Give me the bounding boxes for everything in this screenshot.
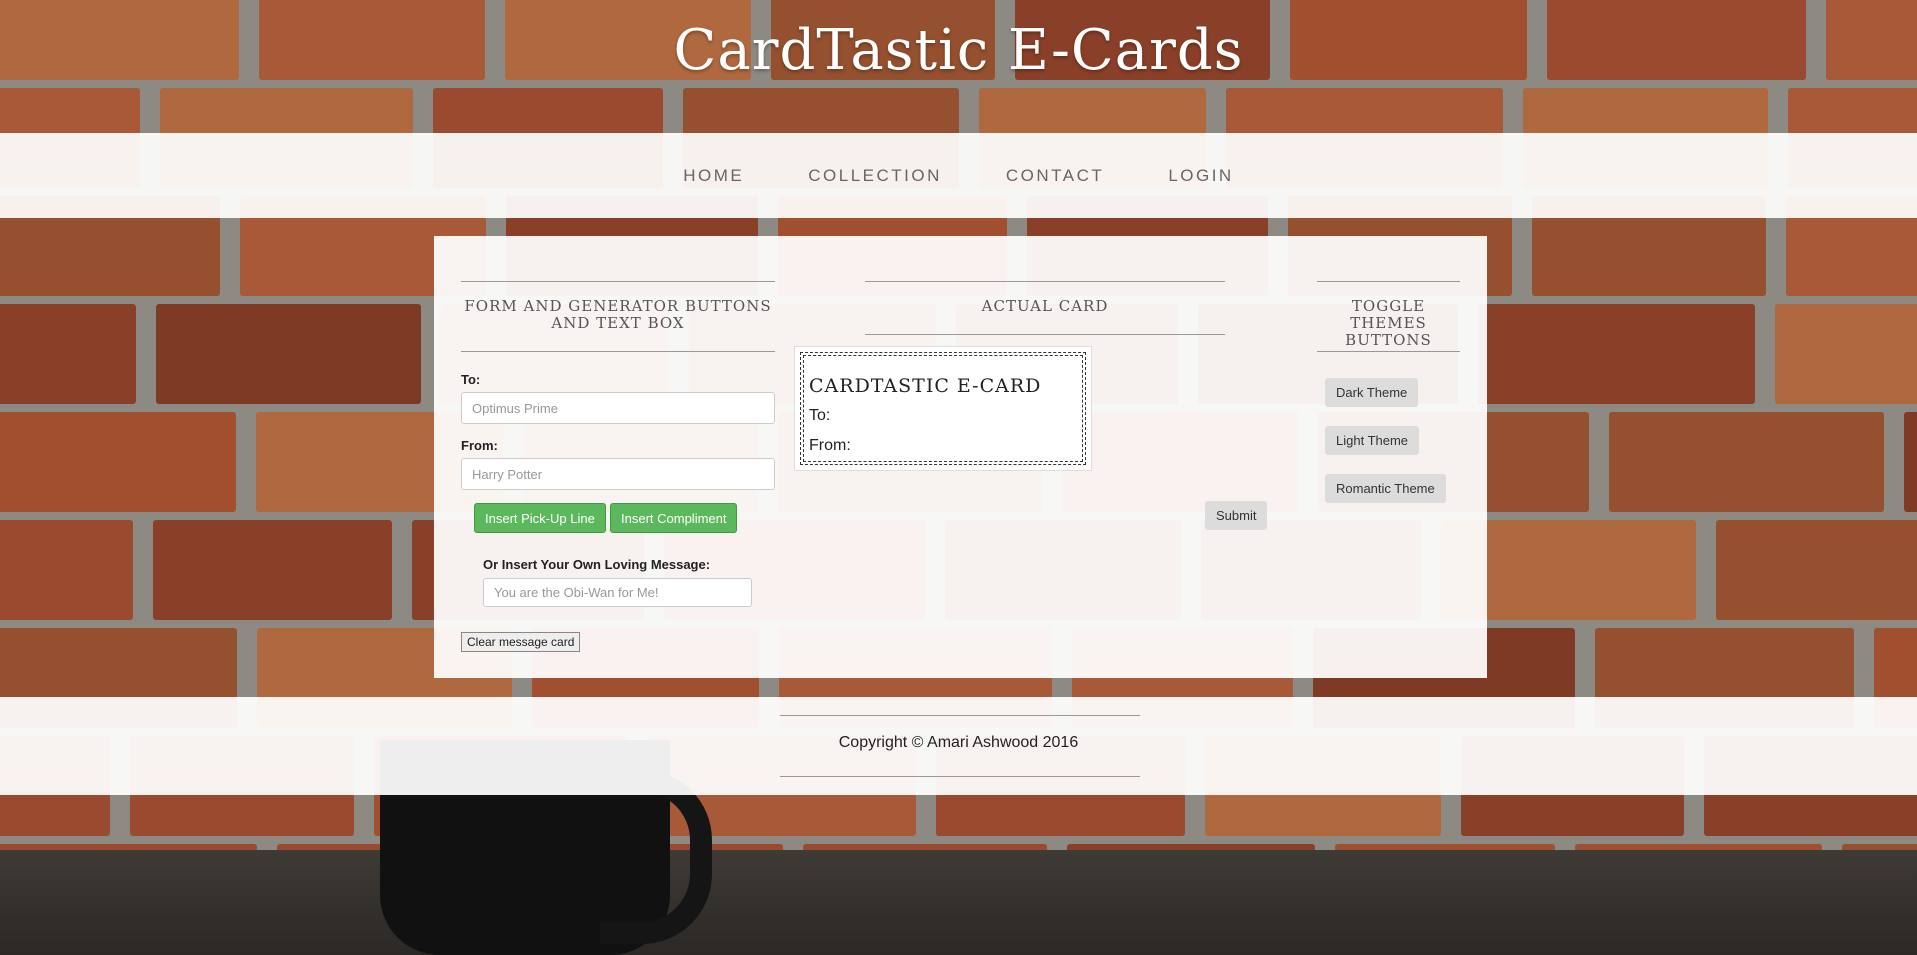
submit-button[interactable]: Submit xyxy=(1205,501,1268,530)
nav-collection[interactable]: COLLECTION xyxy=(776,166,974,186)
ecard-border: CARDTASTIC E-CARD To: From: xyxy=(800,352,1086,465)
brick xyxy=(1904,412,1917,512)
brick xyxy=(0,304,136,404)
from-label: From: xyxy=(461,438,498,453)
footer: Copyright © Amari Ashwood 2016 xyxy=(0,697,1917,795)
message-input[interactable] xyxy=(483,578,752,607)
brick xyxy=(1716,520,1917,620)
card-column-heading: ACTUAL CARD xyxy=(981,297,1109,315)
from-input[interactable] xyxy=(461,458,775,490)
form-column-heading: FORM AND GENERATOR BUTTONS AND TEXT BOX xyxy=(464,297,772,332)
dark-theme-button[interactable]: Dark Theme xyxy=(1325,378,1419,407)
divider xyxy=(1317,281,1460,282)
to-input[interactable] xyxy=(461,392,775,424)
romantic-theme-button[interactable]: Romantic Theme xyxy=(1325,474,1446,503)
tabletop xyxy=(0,850,1917,955)
copyright-text: Copyright © Amari Ashwood 2016 xyxy=(838,734,1079,751)
divider xyxy=(865,334,1225,335)
brick xyxy=(1478,304,1755,404)
brick xyxy=(153,520,392,620)
nav-contact[interactable]: CONTACT xyxy=(974,166,1136,186)
ecard-title: CARDTASTIC E-CARD xyxy=(809,375,1042,397)
navbar: HOME COLLECTION CONTACT LOGIN xyxy=(0,133,1917,218)
nav-home[interactable]: HOME xyxy=(651,166,776,186)
themes-column-heading: TOGGLE THEMES BUTTONS xyxy=(1345,297,1432,349)
nav-list: HOME COLLECTION CONTACT LOGIN xyxy=(0,133,1917,218)
message-label: Or Insert Your Own Loving Message: xyxy=(483,557,711,572)
brick xyxy=(0,412,236,512)
brick xyxy=(156,304,421,404)
light-theme-button[interactable]: Light Theme xyxy=(1325,426,1420,455)
brick xyxy=(1609,412,1884,512)
divider xyxy=(461,281,775,282)
nav-login[interactable]: LOGIN xyxy=(1136,166,1265,186)
to-label: To: xyxy=(461,372,481,387)
divider xyxy=(461,351,775,352)
divider xyxy=(865,281,1225,282)
brick xyxy=(1775,304,1917,404)
brick xyxy=(0,520,133,620)
clear-message-button[interactable]: Clear message card xyxy=(461,632,581,652)
mug-handle xyxy=(600,770,712,944)
divider xyxy=(1317,351,1460,352)
ecard-preview: CARDTASTIC E-CARD To: From: xyxy=(794,346,1092,471)
main-panel: FORM AND GENERATOR BUTTONS AND TEXT BOX … xyxy=(434,236,1487,678)
divider xyxy=(780,715,1140,716)
divider xyxy=(780,776,1140,777)
ecard-to-line: To: xyxy=(809,407,831,424)
ecard-from-line: From: xyxy=(809,437,851,454)
site-title: CardTastic E-Cards xyxy=(673,18,1244,83)
insert-pickup-line-button[interactable]: Insert Pick-Up Line xyxy=(474,503,606,533)
insert-compliment-button[interactable]: Insert Compliment xyxy=(610,503,738,533)
